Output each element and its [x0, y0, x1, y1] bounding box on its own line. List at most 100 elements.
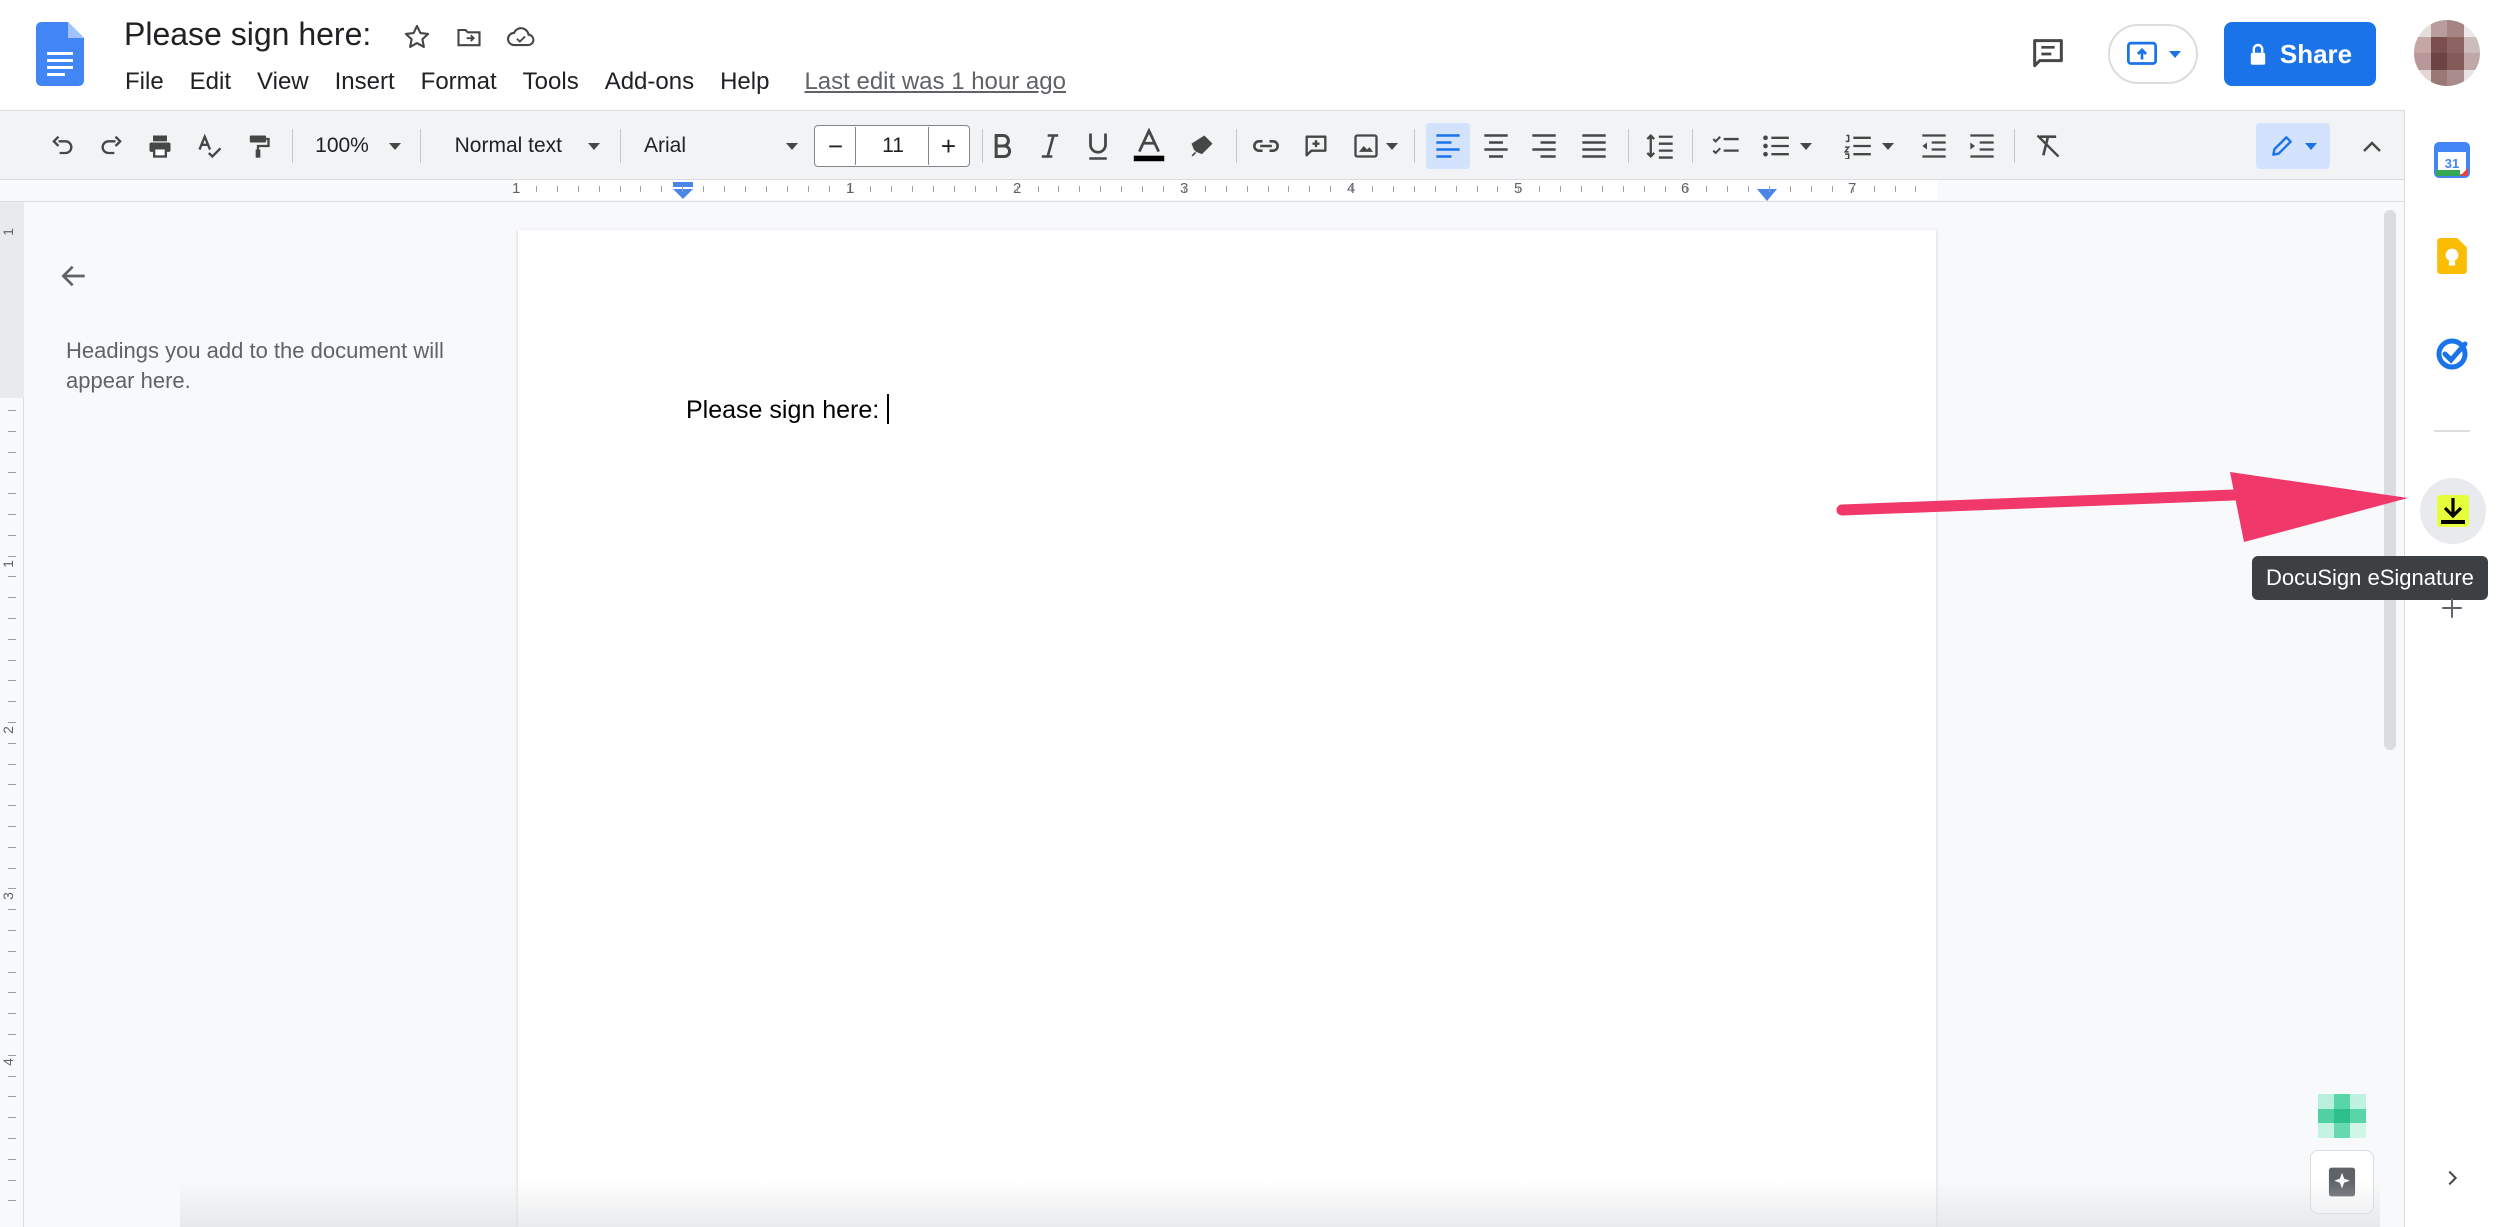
print-icon — [149, 135, 171, 158]
ruler-tick — [1163, 186, 1164, 192]
checklist-button[interactable] — [1706, 123, 1746, 169]
italic-button[interactable] — [1030, 123, 1070, 169]
left-indent-marker[interactable] — [672, 182, 694, 200]
ruler-label: 1 — [512, 180, 521, 197]
ruler-tick — [1121, 186, 1122, 192]
document-body-text[interactable]: Please sign here: — [686, 394, 890, 425]
vertical-ruler-label: 1 — [0, 560, 16, 568]
justify-button[interactable] — [1574, 123, 1614, 169]
menu-tools[interactable]: Tools — [510, 68, 592, 96]
document-page[interactable] — [518, 230, 1936, 1227]
highlight-color-button[interactable] — [1182, 123, 1222, 169]
calendar-icon[interactable]: 31 — [2426, 134, 2478, 186]
vertical-ruler-tick — [8, 909, 16, 910]
decrease-indent-button[interactable] — [1914, 123, 1954, 169]
ruler-tick — [682, 186, 683, 192]
ruler-tick — [829, 186, 830, 192]
decrease-font-size-button[interactable]: − — [816, 127, 856, 165]
align-left-button[interactable] — [1426, 123, 1470, 169]
align-center-button[interactable] — [1476, 123, 1516, 169]
hide-menus-button[interactable] — [2352, 123, 2392, 169]
right-indent-marker[interactable] — [1756, 188, 1778, 202]
ruler-tick — [1518, 186, 1519, 192]
document-title[interactable]: Please sign here: — [124, 16, 371, 53]
keep-icon[interactable] — [2426, 230, 2478, 282]
zoom-select[interactable]: 100% — [306, 123, 410, 169]
increase-indent-button[interactable] — [1962, 123, 2002, 169]
text-cursor — [887, 394, 890, 424]
font-size-input[interactable]: 11 — [858, 127, 928, 165]
style-select[interactable]: Normal text — [436, 123, 604, 169]
lock-icon — [2250, 43, 2266, 65]
menu-addons[interactable]: Add-ons — [592, 68, 707, 96]
vertical-ruler-tick — [8, 930, 16, 931]
docusign-icon — [2437, 495, 2469, 527]
text-color-button[interactable] — [1128, 123, 1170, 169]
clear-formatting-button[interactable] — [2028, 123, 2068, 169]
undo-button[interactable] — [42, 123, 82, 169]
insert-link-button[interactable] — [1246, 123, 1286, 169]
underline-button[interactable] — [1078, 123, 1118, 169]
spellcheck-button[interactable] — [190, 123, 230, 169]
editing-mode-button[interactable] — [2256, 123, 2330, 169]
numbered-list-button[interactable] — [1838, 123, 1900, 169]
bold-button[interactable] — [982, 123, 1022, 169]
get-add-ons-icon[interactable] — [2426, 582, 2478, 634]
chevron-down-icon — [1800, 142, 1812, 150]
vertical-ruler-tick — [8, 951, 16, 952]
ruler-tick — [1539, 186, 1540, 192]
move-to-folder-icon[interactable] — [452, 20, 486, 54]
menu-insert[interactable]: Insert — [322, 68, 408, 96]
print-button[interactable] — [140, 123, 180, 169]
side-panel-divider — [2434, 430, 2470, 432]
star-icon[interactable] — [400, 20, 434, 54]
last-edit-link[interactable]: Last edit was 1 hour ago — [804, 68, 1066, 96]
tasks-icon[interactable] — [2426, 328, 2478, 380]
align-right-icon — [1532, 134, 1556, 158]
ruler-tick — [599, 186, 600, 192]
image-icon — [1354, 134, 1378, 158]
close-outline-button[interactable] — [52, 254, 96, 298]
arrow-back-icon — [61, 265, 85, 287]
menu-edit[interactable]: Edit — [177, 68, 244, 96]
ruler-tick — [1079, 186, 1080, 192]
show-side-panel-icon[interactable] — [2426, 1152, 2478, 1204]
menu-view[interactable]: View — [244, 68, 322, 96]
docs-logo-icon[interactable] — [36, 22, 84, 86]
vertical-ruler-tick — [8, 493, 16, 494]
insert-image-button[interactable] — [1346, 123, 1404, 169]
menu-file[interactable]: File — [112, 68, 177, 96]
add-comment-button[interactable] — [1296, 123, 1336, 169]
ruler-tick — [1665, 186, 1666, 192]
line-spacing-button[interactable] — [1640, 123, 1680, 169]
share-button[interactable]: Share — [2224, 22, 2376, 86]
cloud-saved-icon[interactable] — [504, 20, 538, 54]
paint-format-button[interactable] — [238, 123, 278, 169]
ruler-tick — [640, 186, 641, 192]
ruler-tick — [1686, 186, 1687, 192]
menu-help[interactable]: Help — [707, 68, 782, 96]
align-right-button[interactable] — [1524, 123, 1564, 169]
ruler-tick — [1288, 186, 1289, 192]
toolbar-divider — [2014, 129, 2015, 163]
chevron-down-icon — [588, 142, 600, 150]
toolbar-divider — [1236, 129, 1237, 163]
bulleted-list-button[interactable] — [1756, 123, 1818, 169]
text-color-icon — [1133, 128, 1165, 162]
vertical-ruler-label: 3 — [0, 892, 16, 900]
vertical-ruler-tick — [8, 805, 16, 806]
font-select[interactable]: Arial — [636, 123, 800, 169]
vertical-ruler-tick — [8, 1076, 16, 1077]
italic-icon — [1041, 134, 1059, 158]
comments-button[interactable] — [2022, 28, 2074, 80]
avatar[interactable] — [2414, 20, 2480, 86]
present-button[interactable] — [2108, 24, 2198, 84]
increase-font-size-button[interactable]: + — [928, 127, 968, 165]
docusign-button[interactable] — [2420, 478, 2486, 544]
menu-format[interactable]: Format — [408, 68, 510, 96]
ruler-tick — [620, 186, 621, 192]
ruler-tick — [1414, 186, 1415, 192]
redo-button[interactable] — [92, 123, 132, 169]
vertical-ruler-label: 1 — [0, 228, 16, 236]
vertical-ruler-tick — [8, 597, 16, 598]
